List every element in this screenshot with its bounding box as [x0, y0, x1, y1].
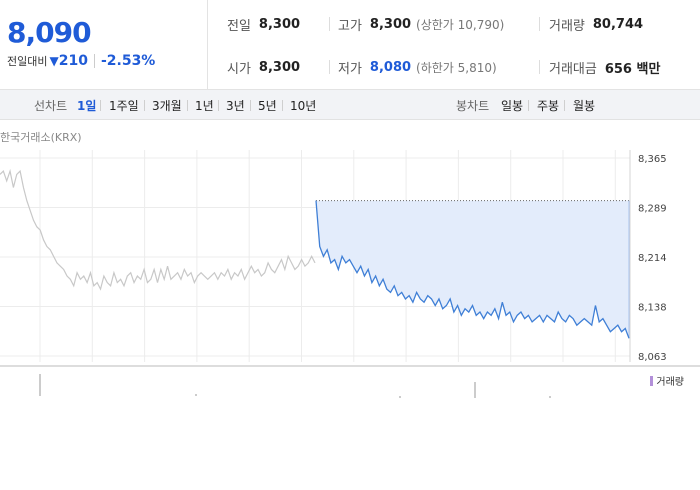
tab-period-3y[interactable]: 3년: [226, 97, 245, 114]
tab-candle-daily[interactable]: 일봉: [501, 97, 523, 114]
tab-period-1d[interactable]: 1일: [77, 97, 96, 114]
volume-swatch: [650, 375, 654, 386]
line-chart-label: 선차트: [34, 99, 68, 113]
y-tick-label: 8,365: [638, 154, 667, 165]
tab-candle-weekly[interactable]: 주봉: [537, 97, 559, 114]
high-price: 고가 8,300 (상한가 10,790): [338, 17, 505, 34]
y-tick-label: 8,063: [638, 352, 667, 363]
change-rate: -2.53%: [100, 53, 156, 69]
volume-legend: 거래량: [650, 373, 684, 388]
low-price: 저가 8,080 (하한가 5,810): [338, 60, 497, 77]
tab-period-1y[interactable]: 1년: [195, 97, 214, 114]
change-value: 210: [58, 53, 88, 69]
down-triangle-icon: ▼: [49, 54, 59, 68]
quote-panel: 8,090 전일대비 ▼ 210 -2.53% 전일 8,300 고가 8,30…: [0, 0, 700, 90]
previous-price-line: [0, 168, 316, 291]
y-tick-label: 8,289: [638, 204, 667, 215]
current-price: 8,090: [7, 16, 92, 49]
current-price-box: 8,090 전일대비 ▼ 210 -2.53%: [0, 0, 208, 90]
divider: [93, 54, 95, 68]
candle-chart-label: 봉차트: [456, 99, 490, 113]
y-tick-label: 8,214: [638, 253, 667, 264]
chart-toolbar: 선차트 1일 1주일 3개월 1년 3년 5년 10년 봉차트 일봉 주봉 월봉: [0, 90, 700, 120]
change-row: 전일대비 ▼ 210 -2.53%: [7, 53, 155, 69]
trade-amount: 거래대금 656 백만: [549, 62, 661, 77]
y-tick-label: 8,138: [638, 303, 667, 314]
tab-period-10y[interactable]: 10년: [290, 97, 316, 114]
tab-period-1w[interactable]: 1주일: [109, 97, 139, 114]
prev-close: 전일 8,300: [227, 17, 301, 34]
volume: 거래량 80,744: [549, 17, 644, 34]
price-area-fill: [316, 200, 629, 339]
tab-candle-monthly[interactable]: 월봉: [573, 97, 595, 114]
open-price: 시가 8,300: [227, 60, 301, 77]
tab-period-3m[interactable]: 3개월: [152, 97, 182, 114]
tab-period-5y[interactable]: 5년: [258, 97, 277, 114]
change-label: 전일대비: [7, 55, 48, 68]
price-chart: 8,365 8,289 8,214 8,138 8,063: [0, 150, 700, 398]
